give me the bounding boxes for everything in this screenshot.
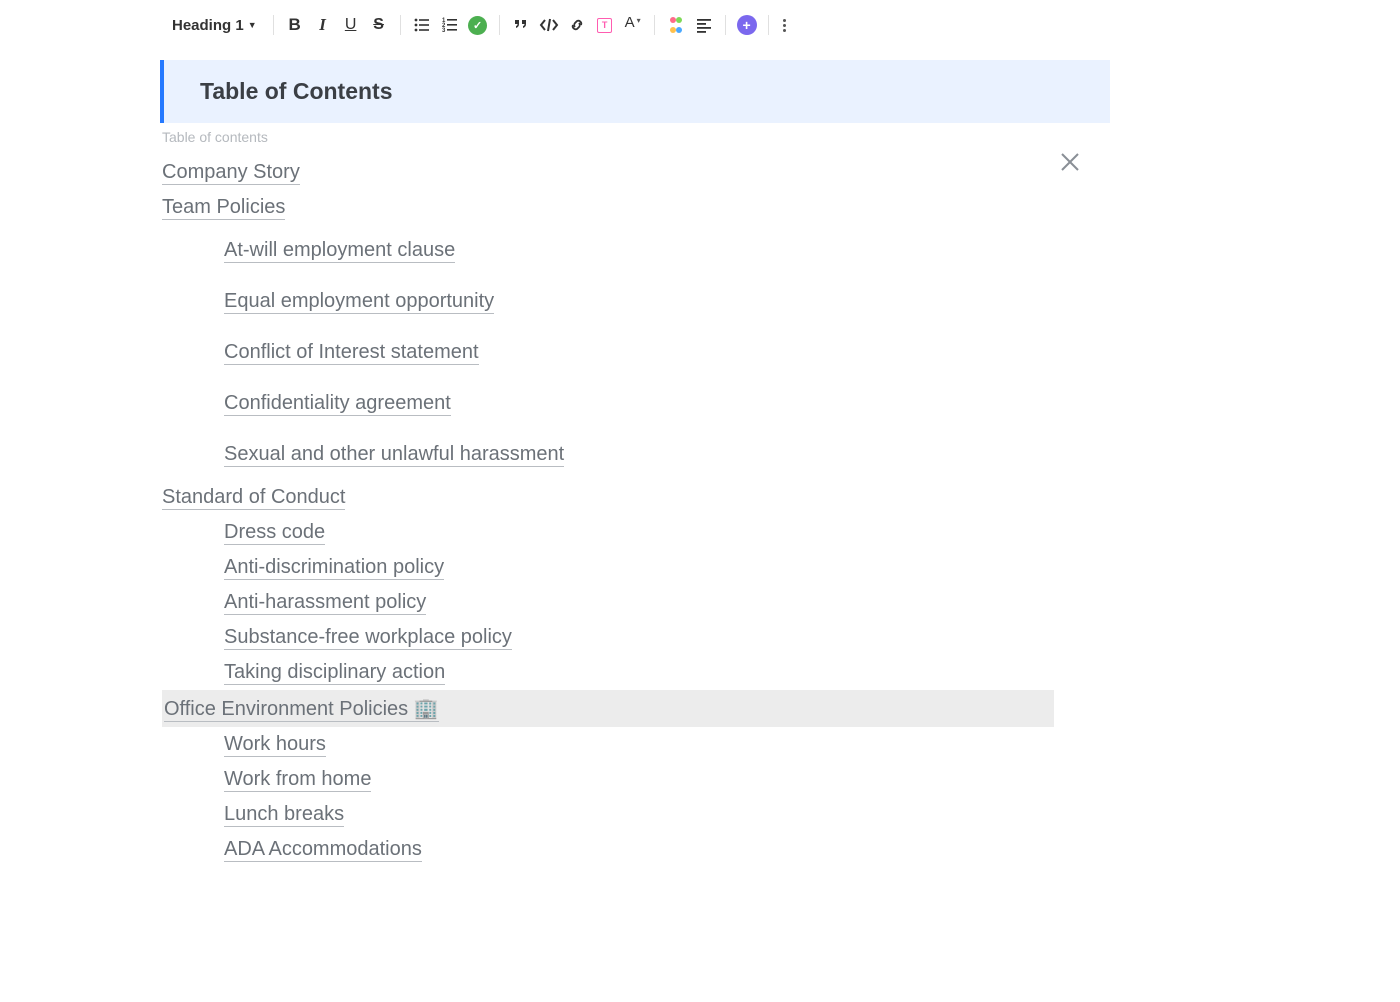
toc-sublink[interactable]: Equal employment opportunity (224, 276, 1400, 327)
toc-sublink[interactable]: Conflict of Interest statement (224, 327, 1400, 378)
editor-toolbar: Heading 1 ▼ B I U S 123 ✓ T (160, 10, 1400, 40)
align-button[interactable] (693, 14, 715, 36)
highlight-box-icon: T (597, 18, 612, 33)
toolbar-separator (654, 15, 655, 35)
toc-header-block[interactable]: Table of Contents (160, 60, 1110, 123)
toc-title: Table of Contents (200, 78, 1110, 105)
toc-sublink[interactable]: Work hours (224, 727, 1400, 762)
toc-list: Company Story Team Policies At-will empl… (160, 155, 1400, 867)
italic-button[interactable]: I (312, 14, 334, 36)
close-icon (1058, 150, 1082, 174)
code-button[interactable] (538, 14, 560, 36)
text-color-letter: A (625, 14, 635, 31)
heading-style-label: Heading 1 (172, 17, 244, 34)
more-options-button[interactable] (779, 18, 790, 33)
heading-style-select[interactable]: Heading 1 ▼ (160, 17, 263, 34)
toc-sublink[interactable]: Sexual and other unlawful harassment (224, 429, 1400, 480)
numbered-list-button[interactable]: 123 (439, 14, 461, 36)
toc-sublink[interactable]: ADA Accommodations (224, 832, 1400, 867)
link-button[interactable] (566, 14, 588, 36)
toc-sublink[interactable]: Confidentiality agreement (224, 378, 1400, 429)
toc-sublink[interactable]: Work from home (224, 762, 1400, 797)
checklist-button[interactable]: ✓ (467, 14, 489, 36)
toolbar-separator (499, 15, 500, 35)
toolbar-separator (400, 15, 401, 35)
strikethrough-button[interactable]: S (368, 14, 390, 36)
chevron-down-icon: ▼ (248, 20, 257, 30)
highlight-box-button[interactable]: T (594, 14, 616, 36)
color-swatch-button[interactable] (665, 14, 687, 36)
color-dots-icon (667, 16, 685, 34)
toolbar-separator (273, 15, 274, 35)
plus-icon: + (737, 15, 757, 35)
toc-link-office-environment[interactable]: Office Environment Policies 🏢 (162, 690, 1054, 727)
text-color-button[interactable]: A▾ (622, 14, 644, 36)
toc-link-standard-of-conduct[interactable]: Standard of Conduct (162, 480, 1400, 515)
quote-button[interactable] (510, 14, 532, 36)
toc-sublink[interactable]: Anti-harassment policy (224, 585, 1400, 620)
toc-sublist: Work hours Work from home Lunch breaks A… (162, 727, 1400, 867)
toc-sublink[interactable]: Lunch breaks (224, 797, 1400, 832)
toc-link-team-policies[interactable]: Team Policies (162, 190, 1400, 225)
svg-text:3: 3 (442, 28, 446, 34)
add-block-button[interactable]: + (736, 14, 758, 36)
toc-sublist: Dress code Anti-discrimination policy An… (162, 515, 1400, 690)
chevron-down-icon: ▾ (637, 16, 641, 25)
close-button[interactable] (1058, 150, 1082, 174)
toc-sublink[interactable]: Anti-discrimination policy (224, 550, 1400, 585)
toc-sublink[interactable]: Taking disciplinary action (224, 655, 1400, 690)
toc-sublink[interactable]: Dress code (224, 515, 1400, 550)
check-icon: ✓ (468, 16, 487, 35)
toc-caption: Table of contents (162, 129, 1400, 145)
underline-button[interactable]: U (340, 14, 362, 36)
toc-link-company-story[interactable]: Company Story (162, 155, 1400, 190)
toc-sublink[interactable]: At-will employment clause (224, 225, 1400, 276)
toc-sublist: At-will employment clause Equal employme… (162, 225, 1400, 480)
toc-sublink[interactable]: Substance-free workplace policy (224, 620, 1400, 655)
toolbar-separator (768, 15, 769, 35)
bold-button[interactable]: B (284, 14, 306, 36)
toolbar-separator (725, 15, 726, 35)
bulleted-list-button[interactable] (411, 14, 433, 36)
